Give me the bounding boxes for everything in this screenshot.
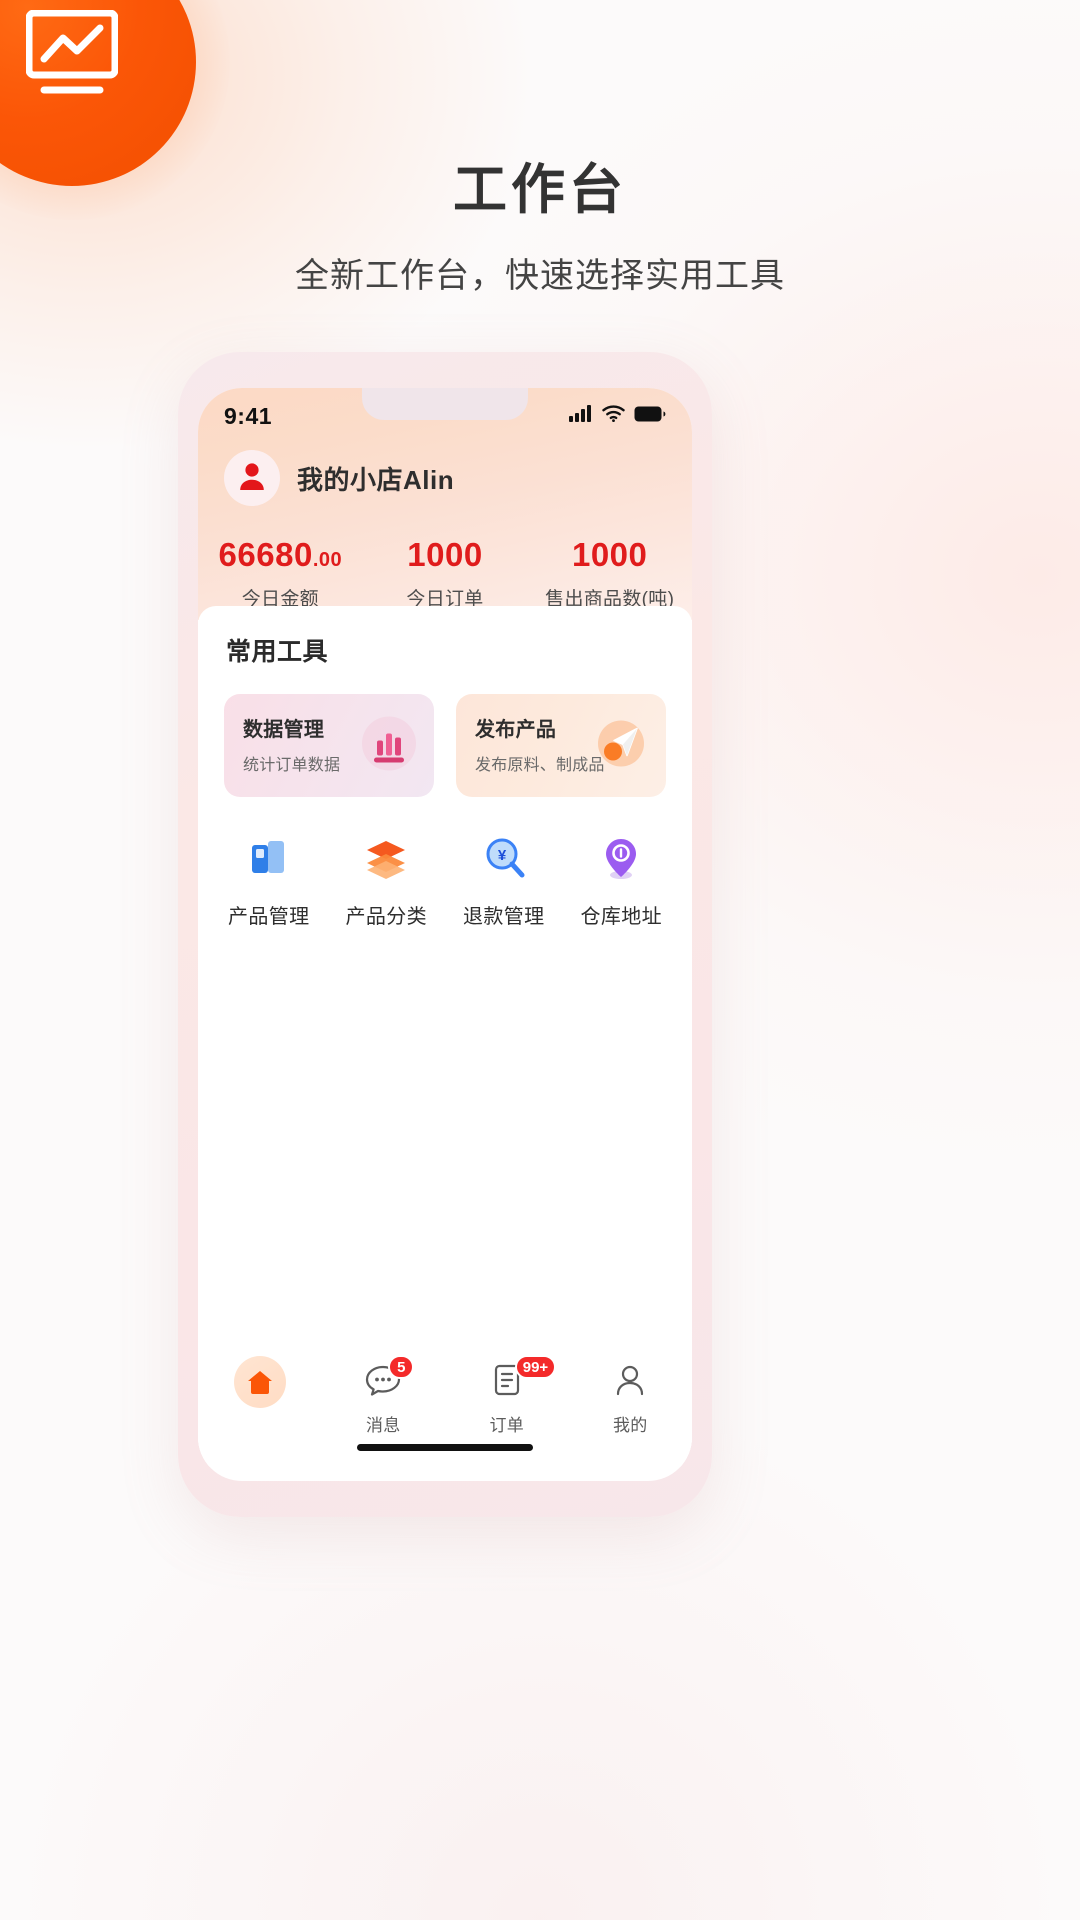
home-icon bbox=[233, 1356, 286, 1408]
refund-search-icon: ¥ bbox=[477, 831, 531, 885]
feature-card-list: 数据管理 统计订单数据 发布产品 发布原料、制成品 bbox=[198, 668, 692, 797]
page-title: 工作台 bbox=[453, 160, 627, 220]
grid-item-label: 退款管理 bbox=[462, 906, 545, 928]
tab-home-icon-wrap bbox=[233, 1356, 286, 1408]
shop-name: 我的小店Alin bbox=[297, 464, 455, 495]
grid-item-label: 产品管理 bbox=[227, 906, 310, 928]
grid-item-label: 产品分类 bbox=[345, 906, 428, 928]
stat-item[interactable]: 1000 今日订单 bbox=[363, 536, 528, 611]
tab-orders[interactable]: 99+ 订单 bbox=[445, 1355, 569, 1436]
stat-value-main: 1000 bbox=[571, 536, 648, 573]
publish-send-icon bbox=[592, 714, 650, 777]
profile-row[interactable]: 我的小店Alin bbox=[224, 450, 454, 506]
stat-value-main: 1000 bbox=[407, 536, 483, 573]
feature-card-publish-product[interactable]: 发布产品 发布原料、制成品 bbox=[456, 694, 666, 797]
tab-orders-icon-wrap: 99+ bbox=[491, 1355, 557, 1405]
section-title-tools: 常用工具 bbox=[226, 638, 329, 666]
tab-profile[interactable]: 我的 bbox=[569, 1359, 693, 1436]
grid-item-refund-management[interactable]: ¥ 退款管理 bbox=[445, 831, 563, 929]
tab-messages[interactable]: 5 消息 bbox=[322, 1355, 446, 1436]
status-time: 9:41 bbox=[224, 402, 273, 429]
feature-card-data-management[interactable]: 数据管理 统计订单数据 bbox=[224, 694, 434, 797]
wifi-icon bbox=[602, 405, 625, 427]
stat-value-main: 66680 bbox=[218, 536, 313, 573]
grid-item-warehouse-address[interactable]: 仓库地址 bbox=[563, 831, 681, 929]
stat-value: 1000 bbox=[363, 536, 528, 573]
product-book-icon bbox=[242, 831, 296, 885]
phone-screen: 9:41 我的小店Alin 66680.00 今日金额 1000 今日订单 10… bbox=[198, 388, 692, 1481]
tab-label: 订单 bbox=[489, 1416, 525, 1435]
grid-item-product-category[interactable]: 产品分类 bbox=[328, 831, 446, 929]
status-icons bbox=[569, 405, 666, 427]
warehouse-location-icon bbox=[594, 831, 648, 885]
tab-profile-icon-wrap bbox=[614, 1359, 646, 1405]
tool-grid: 产品管理 产品分类 ¥ 退款管理 仓库地址 bbox=[198, 797, 692, 929]
app-body: 常用工具 数据管理 统计订单数据 发布产品 发布原料、制成品 产品管理 产品分类… bbox=[198, 606, 692, 1467]
order-badge: 99+ bbox=[514, 1355, 557, 1379]
page-subtitle: 全新工作台，快速选择实用工具 bbox=[295, 257, 785, 295]
message-badge: 5 bbox=[388, 1355, 415, 1379]
signal-icon bbox=[569, 405, 593, 427]
battery-icon bbox=[634, 406, 666, 427]
tab-messages-icon-wrap: 5 bbox=[364, 1355, 415, 1405]
tab-label: 消息 bbox=[365, 1416, 401, 1435]
stat-item[interactable]: 1000 售出商品数(吨) bbox=[527, 536, 692, 611]
stat-value: 66680.00 bbox=[198, 536, 363, 573]
stats-row: 66680.00 今日金额 1000 今日订单 1000 售出商品数(吨) bbox=[198, 536, 692, 611]
tab-home[interactable] bbox=[198, 1356, 322, 1411]
svg-text:¥: ¥ bbox=[498, 847, 507, 864]
user-avatar-icon bbox=[236, 460, 268, 497]
stat-value: 1000 bbox=[527, 536, 692, 573]
chart-monitor-icon bbox=[25, 9, 119, 105]
grid-item-product-management[interactable]: 产品管理 bbox=[210, 831, 328, 929]
status-bar: 9:41 bbox=[198, 388, 692, 444]
stat-item[interactable]: 66680.00 今日金额 bbox=[198, 536, 363, 611]
tab-label: 我的 bbox=[612, 1416, 648, 1435]
home-indicator bbox=[357, 1444, 533, 1451]
profile-person-icon bbox=[614, 1363, 646, 1402]
data-chart-icon bbox=[360, 714, 418, 777]
app-header: 9:41 我的小店Alin 66680.00 今日金额 1000 今日订单 10… bbox=[198, 388, 692, 620]
stat-value-cents: .00 bbox=[312, 549, 343, 571]
grid-item-label: 仓库地址 bbox=[580, 906, 663, 928]
avatar[interactable] bbox=[224, 450, 280, 506]
layers-category-icon bbox=[359, 831, 413, 885]
